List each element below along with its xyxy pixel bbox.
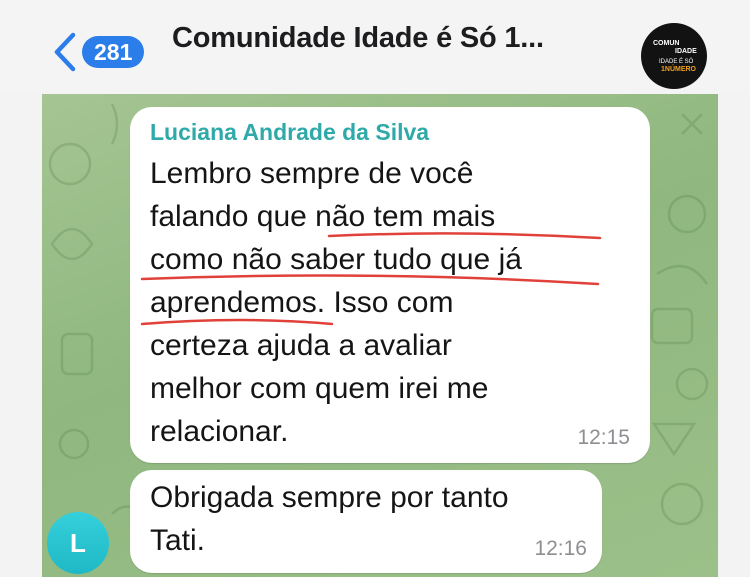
message-time: 12:16 <box>534 537 587 560</box>
group-avatar-line-4: 1NÚMERO <box>661 64 697 73</box>
message-time: 12:15 <box>577 426 630 449</box>
message-sender-name[interactable]: Luciana Andrade da Silva <box>150 119 429 146</box>
message-text: Obrigada sempre por tanto Tati. <box>150 481 509 557</box>
group-avatar-line-1: COMUN <box>653 40 679 47</box>
sender-avatar-initial: L <box>70 527 86 558</box>
chevron-left-icon <box>54 32 76 72</box>
unread-count-badge: 281 <box>82 36 145 68</box>
message-bubble[interactable]: Luciana Andrade da Silva Lembro sempre d… <box>130 107 650 463</box>
group-avatar-line-3: IDADE É SÓ <box>659 58 694 65</box>
chat-header: 281 Comunidade Idade é Só 1... COMUN IDA… <box>0 0 750 94</box>
message-text: Lembro sempre de você falando que não te… <box>150 157 522 448</box>
back-button[interactable]: 281 <box>52 32 145 72</box>
chat-title[interactable]: Comunidade Idade é Só 1... <box>172 22 544 55</box>
chat-area[interactable]: Luciana Andrade da Silva Lembro sempre d… <box>42 94 718 577</box>
group-avatar-line-2: IDADE <box>675 48 697 55</box>
sender-avatar[interactable]: L <box>47 512 109 574</box>
group-avatar[interactable]: COMUN IDADE IDADE É SÓ 1NÚMERO <box>641 23 707 89</box>
message-bubble[interactable]: Obrigada sempre por tanto Tati. 12:16 <box>130 470 602 573</box>
